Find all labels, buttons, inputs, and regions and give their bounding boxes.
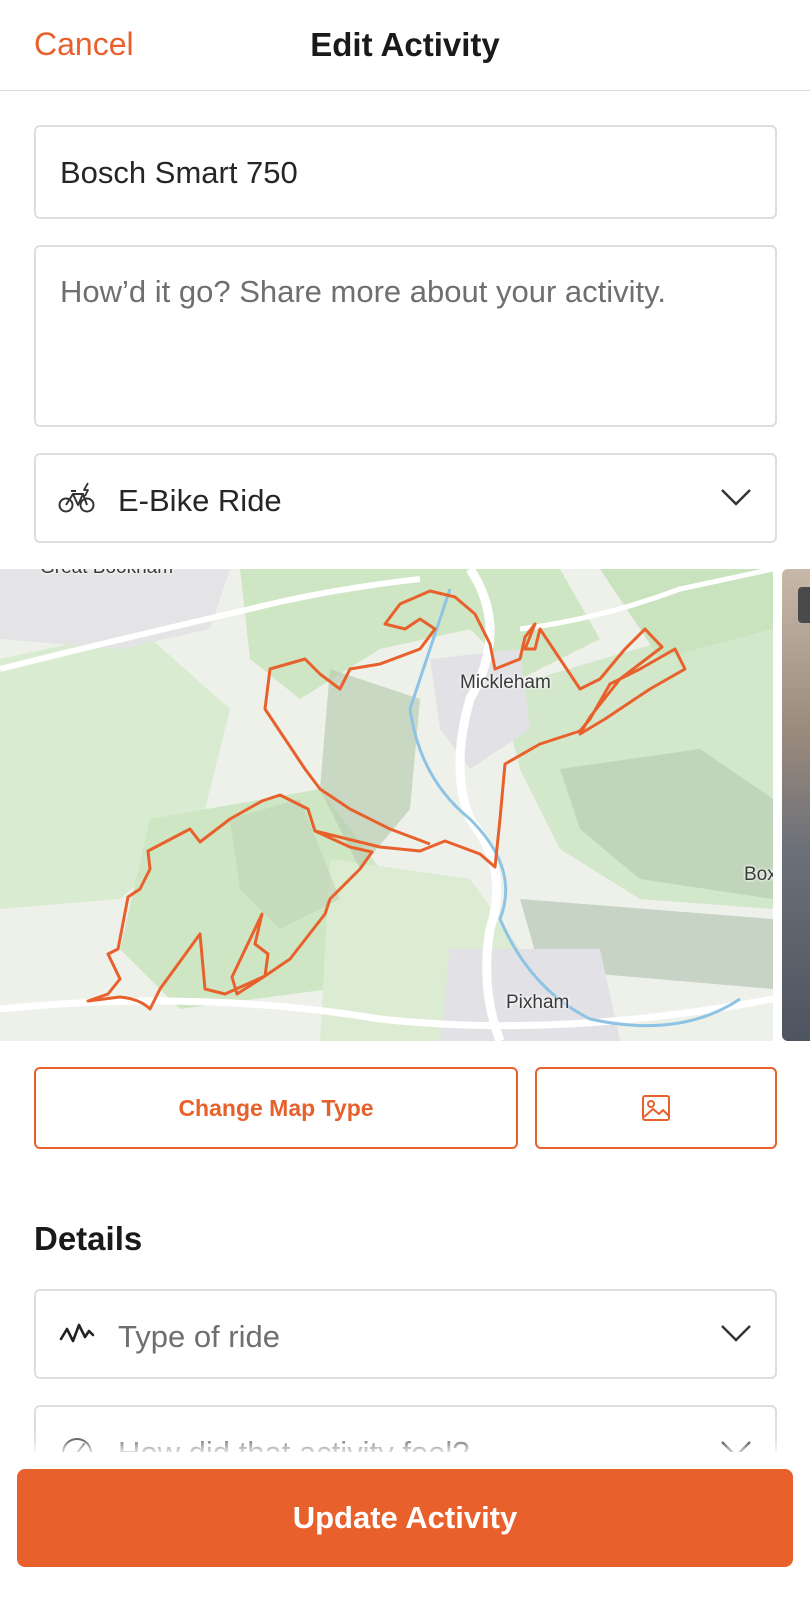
details-heading: Details: [34, 1220, 143, 1257]
edit-activity-screen: Cancel Edit Activity Bosch Smart 750 How…: [0, 0, 810, 1600]
image-icon: [642, 1095, 670, 1121]
photo-thumbnail[interactable]: [782, 569, 810, 1041]
map-label-mickleham: Mickleham: [460, 672, 551, 693]
route-map[interactable]: Great Bookham Mickleham Pixham Box: [0, 569, 773, 1041]
change-map-type-label: Change Map Type: [178, 1094, 374, 1121]
chevron-down-icon: [721, 1325, 751, 1342]
description-placeholder: How’d it go? Share more about your activ…: [60, 274, 666, 309]
map-label-box: Box: [744, 864, 773, 885]
map-label-great-bookham: Great Bookham: [40, 569, 173, 579]
activity-name-value: Bosch Smart 750: [60, 155, 298, 190]
add-photo-button[interactable]: [535, 1067, 777, 1149]
change-map-type-button[interactable]: Change Map Type: [34, 1067, 518, 1149]
ride-type-placeholder: Type of ride: [118, 1319, 280, 1354]
map-canvas: [0, 569, 773, 1041]
activity-name-field[interactable]: Bosch Smart 750: [34, 125, 777, 219]
page-title: Edit Activity: [310, 26, 500, 63]
sport-type-value: E-Bike Ride: [118, 483, 282, 518]
activity-pulse-icon: [59, 1323, 95, 1343]
description-field[interactable]: How’d it go? Share more about your activ…: [34, 245, 777, 427]
media-badge: [798, 587, 810, 623]
map-label-pixham: Pixham: [506, 992, 570, 1013]
update-activity-label: Update Activity: [292, 1500, 518, 1535]
top-bar: Cancel Edit Activity: [0, 0, 810, 91]
chevron-down-icon: [721, 489, 751, 506]
sport-type-select[interactable]: E-Bike Ride: [34, 453, 777, 543]
update-activity-button[interactable]: Update Activity: [17, 1469, 793, 1567]
e-bike-icon: [58, 482, 95, 513]
ride-type-select[interactable]: Type of ride: [34, 1289, 777, 1379]
